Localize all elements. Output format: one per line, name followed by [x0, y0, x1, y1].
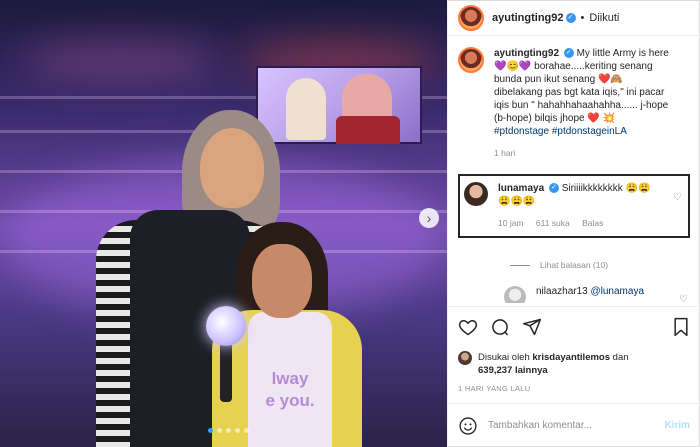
comment-bubble-icon[interactable]	[490, 317, 510, 337]
view-replies-label: Lihat balasan (10)	[540, 260, 609, 270]
caption-line-4: dibelakang pas bgt kata iqis," ini pacar	[494, 87, 665, 98]
comment-likes[interactable]: 611 suka	[536, 218, 570, 228]
army-bomb-lightstick	[206, 306, 246, 346]
comment-text-2: 😩😩😩	[498, 196, 536, 207]
verified-badge-icon: ✓	[565, 12, 576, 23]
add-comment-bar: Tambahkan komentar... Kirim	[448, 403, 700, 447]
comment-input[interactable]: Tambahkan komentar...	[488, 420, 664, 431]
save-bookmark-icon[interactable]	[672, 317, 690, 337]
likes-summary: Disukai oleh krisdayantilemos dan 639,23…	[458, 351, 690, 377]
caption-time[interactable]: 1 hari	[494, 148, 515, 158]
caption-line-1: My little Army is here	[576, 48, 669, 59]
comment-text: Siriiiikkkkkkkk 😩😩	[561, 183, 651, 194]
comment-time[interactable]: 10 jam	[498, 218, 524, 228]
author-username[interactable]: ayutingting92	[492, 12, 564, 24]
sub-comment: nilaazhar13 @lunamaya	[504, 286, 700, 303]
view-replies[interactable]: Lihat balasan (10)	[510, 260, 700, 270]
header-separator: •	[580, 11, 585, 24]
emoji-icon[interactable]	[458, 416, 478, 436]
caption-hashtags[interactable]: #ptdonstage #ptdonstageinLA	[494, 126, 627, 137]
highlighted-comment: lunamaya ✓ Siriiiikkkkkkkk 😩😩 😩😩😩 10 jam…	[458, 174, 690, 238]
post-side-panel: ayutingting92 ✓ • Diikuti ayutingting92 …	[447, 0, 700, 447]
posted-time[interactable]: 1 HARI YANG LALU	[458, 384, 690, 393]
comments-list: ayutingting92 ✓ My little Army is here 💜…	[448, 37, 700, 303]
likes-suffix[interactable]: lainnya	[515, 365, 548, 376]
caption-line-6: (b-hope) bilqis jhope ❤️ 💥	[494, 113, 616, 124]
verified-badge-icon: ✓	[563, 48, 574, 59]
comment-author-avatar[interactable]	[464, 182, 488, 206]
caption-author-avatar[interactable]	[458, 47, 484, 73]
post-header: ayutingting92 ✓ • Diikuti	[448, 0, 700, 36]
comment-author[interactable]: lunamaya	[498, 183, 544, 194]
caption-line-5: iqis bun " hahahhahaahahha...... j-hope	[494, 100, 669, 111]
caption-line-3: bunda pun ikut senang ❤️🙈	[494, 74, 623, 85]
post-comment-button[interactable]: Kirim	[664, 420, 690, 431]
comment-like-heart-icon[interactable]: ♡	[673, 192, 682, 203]
caption: ayutingting92 ✓ My little Army is here 💜…	[448, 37, 700, 160]
stage-screen	[256, 66, 422, 144]
share-send-icon[interactable]	[522, 317, 542, 337]
follow-status[interactable]: Diikuti	[589, 12, 619, 24]
caption-line-2: 💜😊💜 borahae.....keriting senang	[494, 61, 653, 72]
likes-count[interactable]: 639,237	[478, 365, 512, 376]
carousel-dots	[208, 428, 249, 433]
author-avatar[interactable]	[458, 4, 484, 31]
like-heart-icon[interactable]	[458, 317, 478, 337]
post-actions: Disukai oleh krisdayantilemos dan 639,23…	[448, 306, 700, 393]
caption-author[interactable]: ayutingting92	[494, 48, 559, 59]
girl-shirt-text: lway e you.	[248, 312, 332, 447]
sub-comment-like-heart-icon[interactable]: ♡	[679, 294, 688, 303]
likes-prefix: Disukai oleh	[478, 352, 530, 363]
sub-comment-mention[interactable]: @lunamaya	[591, 286, 645, 297]
sub-comment-author[interactable]: nilaazhar13	[536, 286, 588, 297]
post-photo[interactable]: lway e you. ›	[0, 0, 447, 447]
sub-comment-avatar[interactable]	[504, 286, 526, 303]
liker-avatar[interactable]	[458, 351, 472, 365]
likes-conj: dan	[612, 352, 629, 363]
next-photo-chevron-icon[interactable]: ›	[419, 208, 439, 228]
verified-badge-icon: ✓	[548, 183, 559, 194]
likes-user[interactable]: krisdayantilemos	[532, 352, 610, 363]
comment-reply-button[interactable]: Balas	[582, 218, 603, 228]
